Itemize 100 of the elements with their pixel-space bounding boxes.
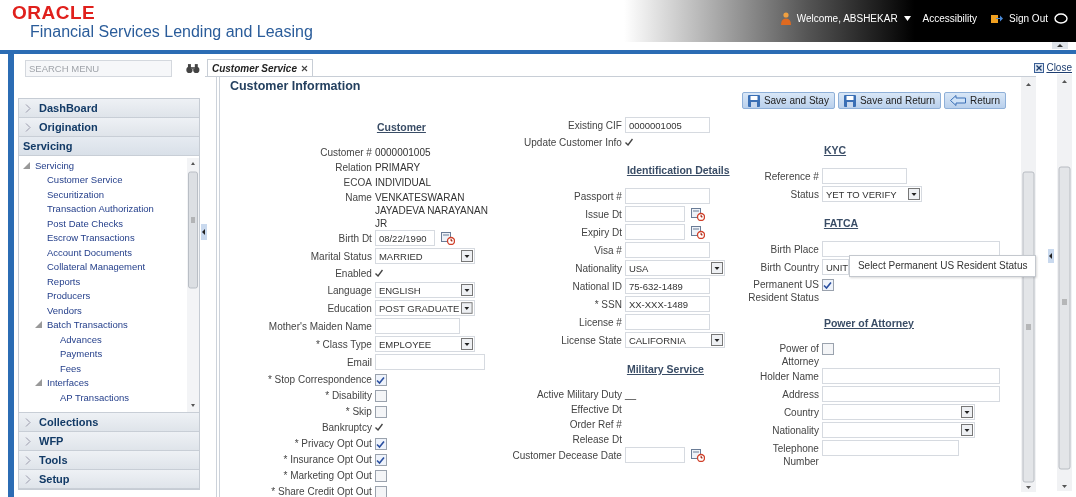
field-label: Enabled bbox=[334, 267, 372, 280]
input-field[interactable] bbox=[821, 168, 907, 184]
field-label: Status bbox=[789, 188, 819, 201]
calendar-icon[interactable] bbox=[440, 231, 455, 245]
tree-item[interactable]: Interfaces bbox=[47, 377, 89, 389]
checkbox[interactable] bbox=[374, 470, 387, 482]
input-field[interactable] bbox=[624, 314, 710, 330]
tree-item[interactable]: Servicing bbox=[35, 159, 75, 171]
menu-section[interactable]: Collections bbox=[19, 413, 199, 432]
field-label: Name bbox=[344, 191, 372, 204]
input-field[interactable] bbox=[821, 368, 1000, 384]
tooltip: Select Permanent US Resident Status bbox=[848, 255, 1037, 277]
tree-item[interactable]: Reports bbox=[47, 275, 81, 287]
close-icon bbox=[1034, 62, 1045, 73]
binoculars-icon[interactable] bbox=[186, 63, 200, 74]
menu-section[interactable]: Setup bbox=[19, 470, 199, 489]
calendar-icon[interactable] bbox=[690, 225, 705, 239]
checkbox[interactable] bbox=[374, 454, 387, 466]
collapse-handle[interactable] bbox=[1048, 249, 1054, 263]
input-field[interactable]: 0000001005 bbox=[624, 117, 710, 133]
date-field[interactable] bbox=[624, 206, 685, 222]
tree-item[interactable]: Account Documents bbox=[47, 246, 132, 258]
field-label: License State bbox=[560, 334, 622, 347]
menu-section[interactable]: DashBoard bbox=[19, 99, 199, 118]
page-title: Customer Information bbox=[229, 79, 362, 93]
welcome-menu[interactable]: Welcome, ABSHEKAR bbox=[796, 13, 898, 24]
tree-item[interactable]: Fees bbox=[60, 362, 82, 374]
expanded-icon[interactable] bbox=[35, 321, 42, 329]
tab[interactable]: Customer Service bbox=[206, 59, 313, 76]
tree-item[interactable]: Payments bbox=[60, 348, 103, 360]
tree-item[interactable]: Advances bbox=[60, 333, 102, 345]
calendar-icon[interactable] bbox=[690, 448, 705, 462]
field-label: Power of Attorney bbox=[778, 342, 819, 368]
checkbox[interactable] bbox=[374, 390, 387, 402]
dropdown[interactable]: MARRIED bbox=[374, 248, 475, 264]
input-field[interactable] bbox=[374, 354, 485, 370]
field-label: Holder Name bbox=[759, 370, 819, 383]
field-label: Bankruptcy bbox=[320, 421, 372, 434]
dropdown[interactable]: CALIFORNIA bbox=[624, 332, 725, 348]
tree-item[interactable]: AP Transactions bbox=[60, 391, 129, 403]
checkbox[interactable] bbox=[374, 438, 387, 450]
tree-item[interactable]: Securitization bbox=[47, 188, 105, 200]
checkbox[interactable] bbox=[821, 279, 834, 291]
tree-item[interactable]: Escrow Transactions bbox=[47, 232, 135, 244]
collapse-handle[interactable] bbox=[201, 224, 207, 240]
field-label: Birth Place bbox=[769, 243, 819, 256]
dropdown[interactable]: USA bbox=[624, 260, 725, 276]
field-label: Release Dt bbox=[571, 433, 622, 446]
calendar-icon[interactable] bbox=[690, 207, 705, 221]
input-field[interactable] bbox=[821, 440, 959, 456]
input-field[interactable] bbox=[624, 188, 710, 204]
dropdown[interactable]: YET TO VERIFY bbox=[821, 186, 922, 202]
tree-item[interactable]: Batch Transactions bbox=[47, 319, 128, 331]
field-label: Nationality bbox=[574, 262, 622, 275]
dropdown[interactable]: EMPLOYEE bbox=[374, 336, 475, 352]
dropdown[interactable]: POST GRADUATE bbox=[374, 300, 475, 316]
action-button[interactable]: Save and Stay bbox=[741, 92, 835, 109]
dropdown[interactable] bbox=[821, 422, 975, 438]
expanded-icon[interactable] bbox=[23, 161, 30, 169]
checkbox[interactable] bbox=[374, 406, 387, 418]
checkbox[interactable] bbox=[374, 374, 387, 386]
sign-out-link[interactable]: Sign Out bbox=[1009, 13, 1048, 24]
input-field[interactable] bbox=[624, 242, 710, 258]
scrollbar[interactable] bbox=[1057, 74, 1072, 491]
menu-section[interactable]: Tools bbox=[19, 451, 199, 470]
input-field[interactable] bbox=[821, 386, 1000, 402]
action-button[interactable]: Return bbox=[944, 92, 1006, 109]
field-label: * Insurance Opt Out bbox=[282, 453, 372, 466]
action-button[interactable]: Save and Return bbox=[837, 92, 941, 109]
date-field[interactable]: 08/22/1990 bbox=[374, 230, 435, 246]
field-label: Nationality bbox=[771, 424, 819, 437]
dropdown[interactable] bbox=[821, 404, 975, 420]
date-field[interactable] bbox=[624, 447, 685, 463]
input-field[interactable]: 75-632-1489 bbox=[624, 278, 710, 294]
tree-item[interactable]: Customer Service bbox=[47, 174, 123, 186]
input-field[interactable]: UNIT bbox=[821, 259, 849, 275]
caret-icon[interactable] bbox=[903, 16, 911, 21]
tree-item[interactable]: Collateral Management bbox=[47, 261, 146, 273]
close-icon[interactable] bbox=[300, 64, 308, 72]
close-link[interactable]: Close bbox=[1034, 62, 1072, 73]
input-field[interactable]: XX-XXX-1489 bbox=[624, 296, 710, 312]
checkbox[interactable] bbox=[821, 343, 834, 355]
tree-item[interactable]: Transaction Authorization bbox=[47, 203, 154, 215]
checkbox[interactable] bbox=[374, 486, 387, 497]
sign-out-icon[interactable] bbox=[991, 13, 1004, 24]
tree-item[interactable]: Producers bbox=[47, 290, 91, 302]
left-arrow-icon bbox=[950, 95, 966, 106]
menu-section[interactable]: WFP bbox=[19, 432, 199, 451]
input-field[interactable] bbox=[374, 318, 460, 334]
tree-item[interactable]: Vendors bbox=[47, 304, 82, 316]
accessibility-link[interactable]: Accessibility bbox=[922, 13, 978, 24]
tree-item[interactable]: Post Date Checks bbox=[47, 217, 124, 229]
field-label: Update Customer Info bbox=[523, 136, 622, 149]
menu-section[interactable]: Servicing bbox=[19, 137, 199, 156]
scrollbar[interactable] bbox=[187, 158, 199, 412]
expanded-icon[interactable] bbox=[35, 379, 42, 387]
scroll-up-icon[interactable] bbox=[1052, 42, 1068, 49]
date-field[interactable] bbox=[624, 224, 685, 240]
dropdown[interactable]: ENGLISH bbox=[374, 282, 475, 298]
menu-section[interactable]: Origination bbox=[19, 118, 199, 137]
